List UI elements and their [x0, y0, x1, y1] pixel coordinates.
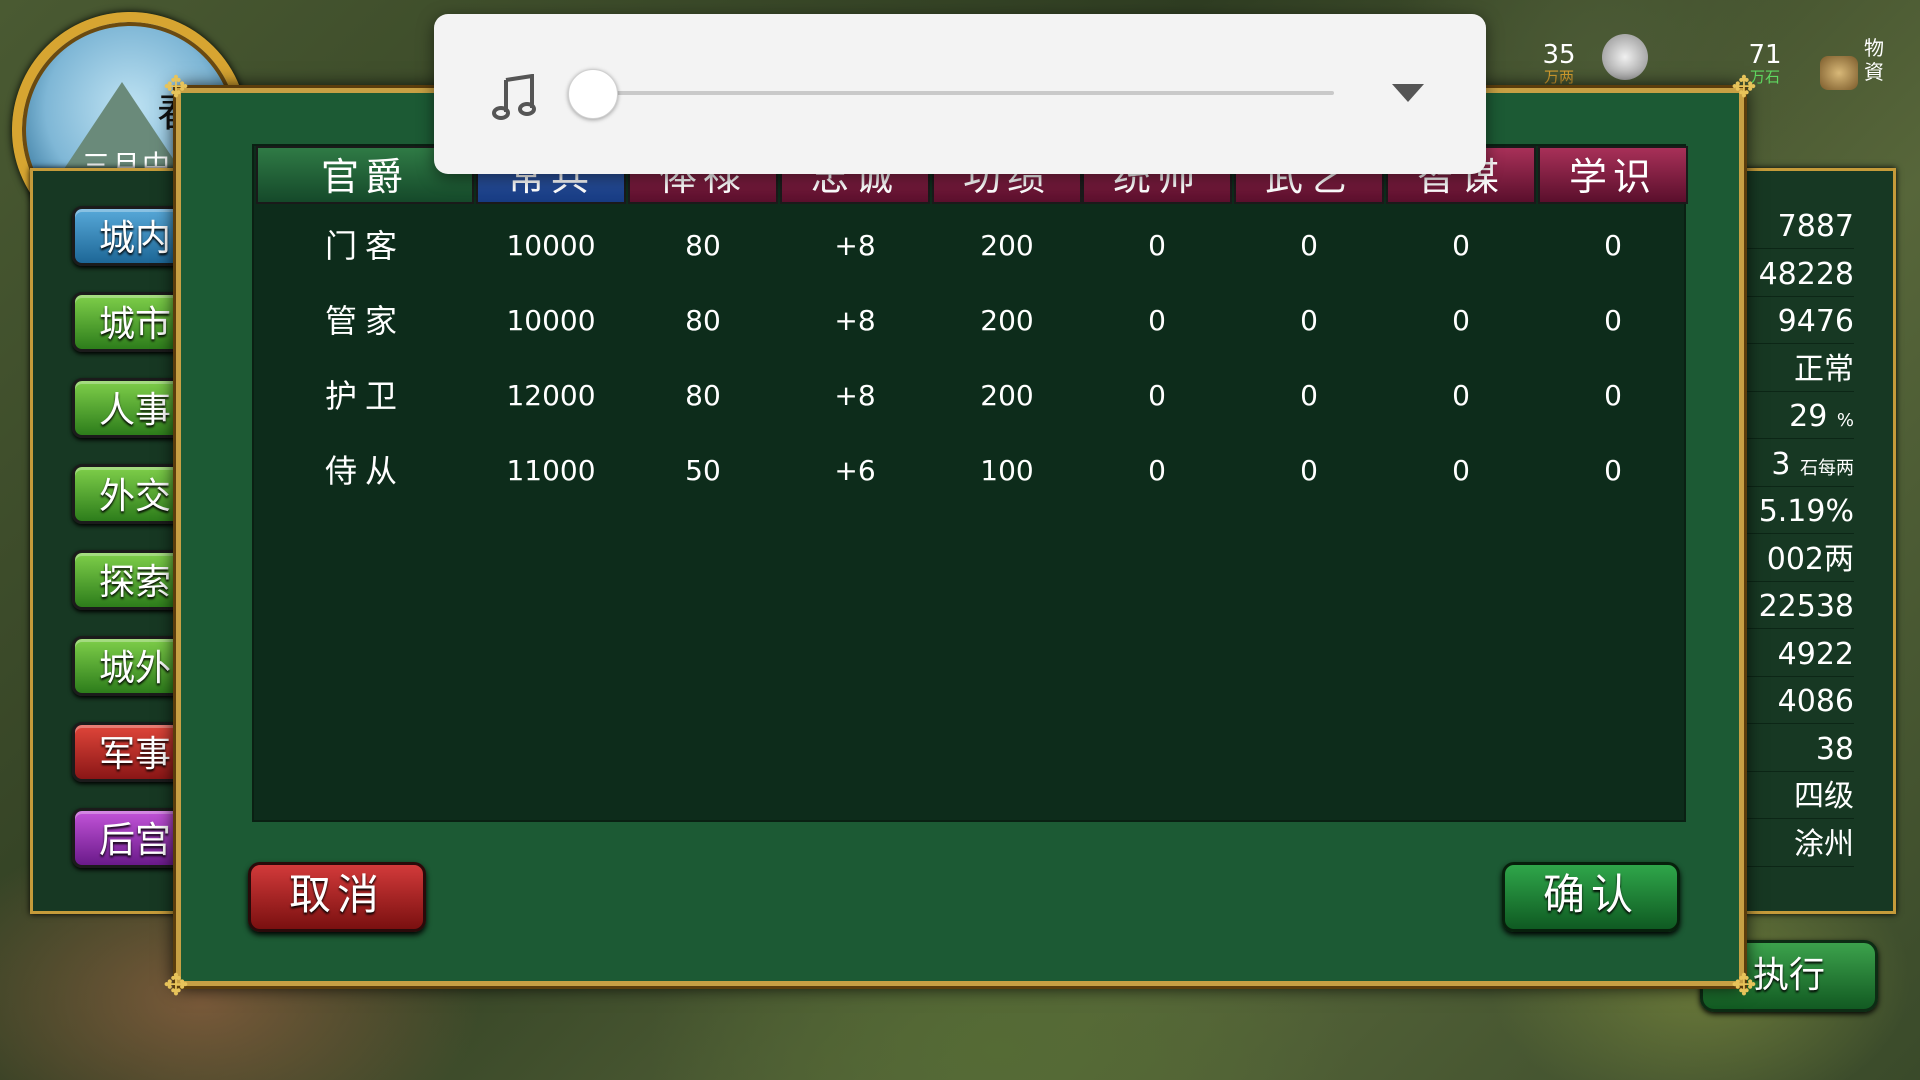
table-cell: 0	[1148, 304, 1166, 337]
city-stat-value: 002两	[1746, 539, 1854, 582]
table-cell: 0	[1300, 454, 1318, 487]
rank-name-cell: 管家	[324, 302, 405, 340]
volume-slider-knob[interactable]	[568, 69, 618, 119]
city-stat-text: 29	[1789, 399, 1828, 434]
city-stat-text: 38	[1815, 731, 1854, 767]
grain-sack-icon	[1820, 56, 1858, 90]
city-stat-value: 4086	[1746, 681, 1854, 724]
table-cell: 50	[685, 454, 721, 487]
city-stat-text: 4086	[1777, 684, 1854, 719]
music-note-icon[interactable]	[492, 74, 542, 120]
table-cell: 0	[1452, 229, 1470, 262]
table-cell: 80	[685, 304, 721, 337]
silver-icon	[1602, 34, 1648, 80]
rank-table: 官爵 常兵 俸禄 忠诚 功绩 统帅 武艺 智谋 学识 门客 10000 80 +8 200 0 0 0 0 管家 1…	[252, 144, 1688, 822]
table-cell: 10000	[506, 304, 596, 337]
table-header-cell: 学识	[1538, 146, 1688, 204]
city-stat-value: 7887	[1746, 206, 1854, 249]
corner-ornament-icon: ✥	[163, 70, 189, 105]
city-stat-text: 48228	[1758, 256, 1854, 292]
table-cell: 0	[1148, 229, 1166, 262]
silver-unit: 万两	[1543, 68, 1574, 86]
table-cell: 0	[1452, 454, 1470, 487]
city-stat-value: 48228	[1746, 254, 1854, 297]
table-cell: +8	[834, 379, 876, 412]
table-cell: 0	[1300, 229, 1318, 262]
table-cell: 10000	[506, 229, 596, 262]
table-cell: +8	[834, 229, 876, 262]
city-stat-value: 22538	[1746, 586, 1854, 629]
table-cell: 0	[1452, 379, 1470, 412]
table-cell: 80	[685, 229, 721, 262]
table-cell: 100	[980, 454, 1034, 487]
table-cell: 200	[980, 229, 1034, 262]
city-stat-text: 9476	[1777, 304, 1854, 339]
table-cell: 12000	[506, 379, 596, 412]
table-cell: 0	[1604, 379, 1622, 412]
city-stat-text: 3	[1771, 446, 1791, 482]
rank-name-cell: 门客	[324, 227, 405, 265]
city-stat-value: 四级	[1746, 776, 1854, 819]
city-stat-value: 29 %	[1746, 396, 1854, 439]
confirm-button[interactable]: 确认	[1502, 862, 1680, 932]
table-cell: 80	[685, 379, 721, 412]
music-volume-overlay	[434, 14, 1486, 174]
city-stat-value: 涂州	[1746, 824, 1854, 867]
corner-ornament-icon: ✥	[163, 968, 189, 1003]
table-cell: 0	[1148, 379, 1166, 412]
table-cell: 200	[980, 304, 1034, 337]
table-cell: +6	[834, 454, 876, 487]
city-stat-value: 38	[1746, 729, 1854, 772]
table-cell: 0	[1300, 379, 1318, 412]
rank-name-cell: 侍从	[324, 452, 405, 490]
city-stat-value: 5.19%	[1746, 491, 1854, 534]
volume-slider-track[interactable]	[594, 91, 1334, 95]
city-stat-text: 正常	[1794, 351, 1854, 387]
supplies-label[interactable]: 物資	[1864, 36, 1890, 84]
table-cell: 0	[1300, 304, 1318, 337]
city-stat-text: 002两	[1766, 541, 1854, 577]
table-cell: 0	[1604, 454, 1622, 487]
table-cell: 0	[1452, 304, 1470, 337]
table-cell: 0	[1604, 229, 1622, 262]
city-stat-value: 正常	[1746, 349, 1854, 392]
city-stat-value: 9476	[1746, 301, 1854, 344]
city-stat-text: 4922	[1777, 636, 1854, 672]
chevron-down-icon[interactable]	[1392, 84, 1424, 102]
city-stat-text: 四级	[1794, 779, 1854, 814]
table-cell: 0	[1148, 454, 1166, 487]
left-menu-panel	[30, 168, 196, 914]
city-stat-text: 22538	[1758, 589, 1854, 624]
table-cell: 0	[1604, 304, 1622, 337]
silver-resource: 35 万两	[1524, 40, 1594, 87]
rank-name-cell: 护卫	[324, 377, 405, 415]
table-cell: 11000	[506, 454, 596, 487]
city-stat-value: 3 石每两	[1746, 444, 1854, 487]
city-stat-text: 涂州	[1794, 826, 1854, 862]
city-stat-text: 5.19%	[1758, 494, 1854, 529]
cancel-button[interactable]: 取消	[248, 862, 426, 932]
corner-ornament-icon: ✥	[1731, 70, 1757, 105]
table-cell: +8	[834, 304, 876, 337]
rate-unit: 石每两	[1800, 457, 1854, 479]
city-stat-value: 4922	[1746, 634, 1854, 677]
percent-unit: %	[1836, 410, 1854, 431]
table-cell: 200	[980, 379, 1034, 412]
city-stat-text: 7887	[1777, 209, 1854, 244]
corner-ornament-icon: ✥	[1731, 968, 1757, 1003]
